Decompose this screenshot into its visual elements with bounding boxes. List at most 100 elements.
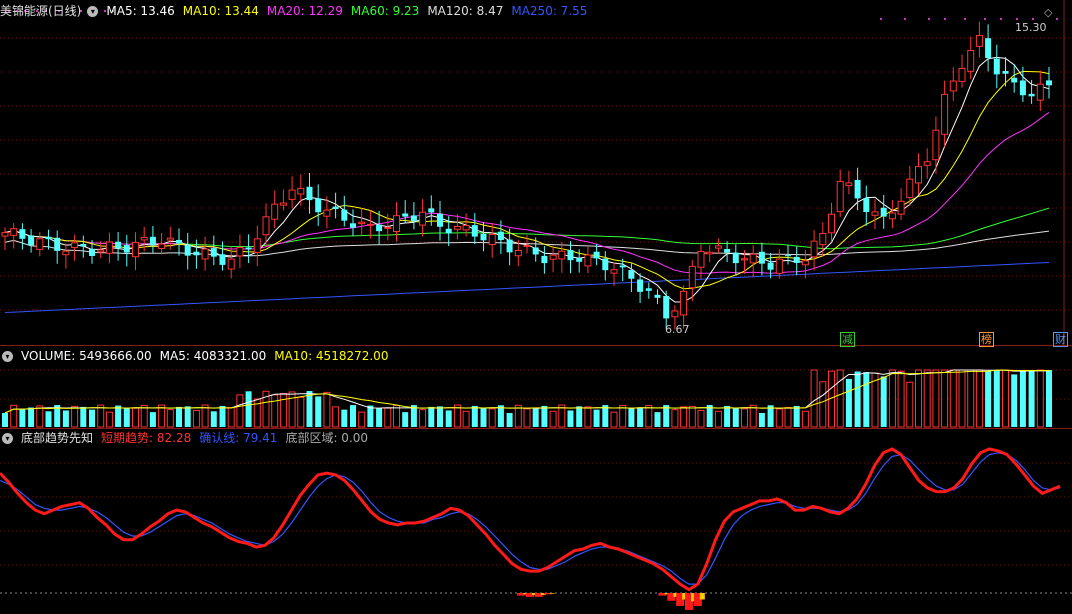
candle-body-down [993, 58, 1000, 75]
candle-body-up [297, 187, 305, 195]
chart-canvas[interactable] [0, 0, 1072, 614]
candle-body-down [184, 244, 191, 256]
volume-bar-up [836, 369, 844, 428]
candle-body-down [854, 179, 861, 199]
candle-body-down [645, 288, 652, 291]
candle-body-up [393, 215, 400, 233]
candle-body-up [166, 237, 174, 241]
candle-body-up [1, 232, 9, 237]
candle-body-up [279, 202, 287, 206]
candle-body-down [497, 231, 504, 241]
volume-bar-up [549, 410, 557, 428]
volume-bar-down [19, 408, 26, 427]
volume-bar-up [958, 369, 966, 428]
volume-bar-down [350, 405, 356, 427]
volume-bar-down [62, 410, 69, 427]
volume-bar-down [315, 396, 322, 427]
volume-bar-up [671, 409, 679, 428]
volume-bar-up [801, 410, 809, 428]
volume-bar-up [488, 408, 496, 428]
candle-body-up [688, 265, 696, 289]
volume-bar-up [71, 405, 79, 428]
candle-body-up [888, 212, 896, 220]
panel-divider-volume[interactable] [0, 428, 1072, 429]
volume-bar-down [89, 409, 95, 427]
candle-body-up [288, 189, 296, 200]
volume-bar-down [706, 405, 713, 427]
volume-bar-up [941, 369, 949, 428]
volume-bar-up [810, 369, 818, 428]
volume-bar-down [341, 409, 348, 427]
volume-toggle-icon[interactable]: ▾ [2, 350, 13, 362]
candle-body-down [767, 262, 774, 270]
event-tag-ranking[interactable]: 榜 [979, 332, 994, 347]
volume-bar-down [219, 405, 226, 427]
candle-body-up [706, 251, 714, 255]
volume-bar-down [576, 406, 583, 427]
candle-body-up [697, 250, 705, 268]
candle-body-up [201, 248, 209, 260]
volume-bar-up [462, 410, 470, 428]
volume-bar-up [523, 408, 531, 428]
signal-dot [944, 18, 946, 20]
indicator-legend: 短期趋势: 82.28 确认线: 79.41 底部区域: 0.00 [101, 430, 376, 446]
candle-body-down [332, 206, 339, 210]
volume-bar-up [967, 369, 975, 428]
candle-body-up [1036, 83, 1044, 101]
volume-bar-up [236, 394, 244, 428]
candle-body-down [19, 229, 26, 239]
candle-body-down [402, 213, 409, 217]
event-tag-finance[interactable]: 财 [1053, 332, 1068, 347]
candle-body-down [1019, 80, 1026, 96]
volume-bar-up [584, 406, 592, 428]
volume-bar-up [358, 411, 366, 428]
candle-body-up [419, 211, 427, 226]
volume-bar-up [975, 369, 983, 428]
candle-body-up [453, 225, 461, 230]
candle-body-down [54, 237, 61, 251]
indicator-toggle-icon[interactable]: ▾ [2, 432, 13, 444]
candle-body-down [471, 225, 478, 237]
signal-dot [964, 18, 966, 20]
high-price-label: 15.30 [1015, 21, 1047, 34]
candle-body-down [115, 241, 122, 249]
candle-body-down [663, 296, 670, 319]
low-price-label: 6.67 [665, 323, 690, 336]
candle-body-down [593, 251, 600, 259]
candle-body-down [219, 254, 226, 265]
panel-divider-main[interactable] [0, 345, 1072, 346]
volume-bar-down [2, 413, 8, 427]
volume-bar-up [949, 369, 957, 428]
candle-body-down [437, 213, 443, 227]
volume-bar-up [923, 369, 931, 428]
candle-body-down [732, 252, 739, 264]
volume-bar-down [654, 412, 661, 427]
volume-bar-down [732, 407, 739, 427]
event-tag-reduction[interactable]: 减 [840, 332, 855, 347]
volume-bar-down [115, 405, 122, 427]
volume-bar-up [158, 404, 166, 428]
candle-body-down [123, 245, 130, 253]
settings-toggle-icon[interactable]: ▾ [87, 5, 99, 17]
candle-body-up [105, 241, 113, 254]
diamond-marker-icon[interactable]: ◇ [1043, 6, 1053, 19]
volume-legend: VOLUME: 5493666.00 MA5: 4083321.00 MA10: 4… [21, 348, 396, 364]
ma-legend-item-4: MA120: 8.47 [427, 4, 504, 18]
volume-bar-down [793, 405, 800, 427]
candle-body-down [193, 251, 200, 256]
candle-body-up [801, 260, 809, 266]
candle-body-up [366, 223, 374, 226]
volume-bar-up [714, 410, 722, 428]
volume-bar-down [149, 412, 156, 427]
candle-body-up [836, 180, 844, 213]
volume-bar-down [541, 405, 548, 427]
candle-body-up [915, 166, 922, 184]
volume-bar-down [376, 408, 383, 427]
candle-body-down [985, 38, 992, 59]
indicator-name: 底部趋势先知 [21, 431, 94, 445]
volume-bar-up [1036, 369, 1044, 428]
volume-bar-up [932, 369, 940, 428]
volume-bar-down [637, 408, 644, 427]
candle-body-up [749, 253, 757, 264]
indicator-legend-item-0: 短期趋势: 82.28 [101, 431, 192, 445]
